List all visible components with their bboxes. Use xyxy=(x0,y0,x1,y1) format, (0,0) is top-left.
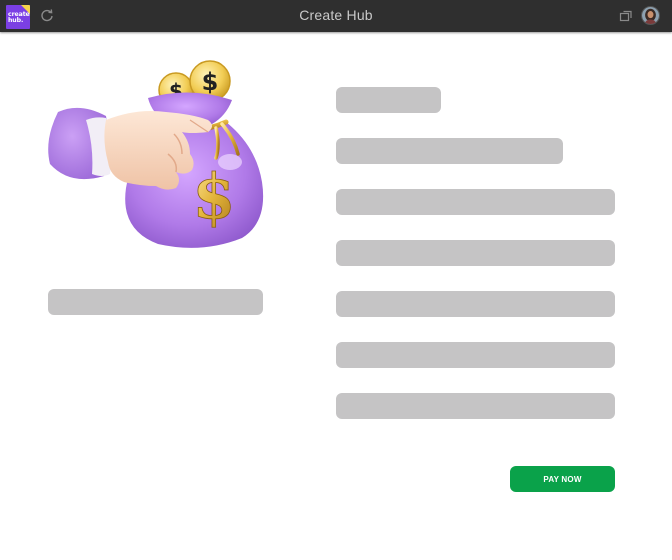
skeleton-bar xyxy=(48,289,263,315)
skeleton-bar xyxy=(336,291,615,317)
svg-text:$: $ xyxy=(192,160,235,233)
avatar-icon xyxy=(642,7,659,24)
window-icon[interactable] xyxy=(619,9,633,23)
app-title: Create Hub xyxy=(299,7,373,23)
money-bag-icon: $ $ $ xyxy=(48,60,264,248)
pay-now-button[interactable]: PAY NOW xyxy=(510,466,615,492)
skeleton-bar xyxy=(336,189,615,215)
user-avatar[interactable] xyxy=(641,6,660,25)
top-bar: create hub. Create Hub xyxy=(0,0,672,32)
skeleton-bar xyxy=(336,240,615,266)
skeleton-bar xyxy=(336,87,441,113)
skeleton-bar xyxy=(336,138,563,164)
svg-text:$: $ xyxy=(202,68,219,96)
skeleton-bar xyxy=(336,342,615,368)
skeleton-bar xyxy=(336,393,615,419)
